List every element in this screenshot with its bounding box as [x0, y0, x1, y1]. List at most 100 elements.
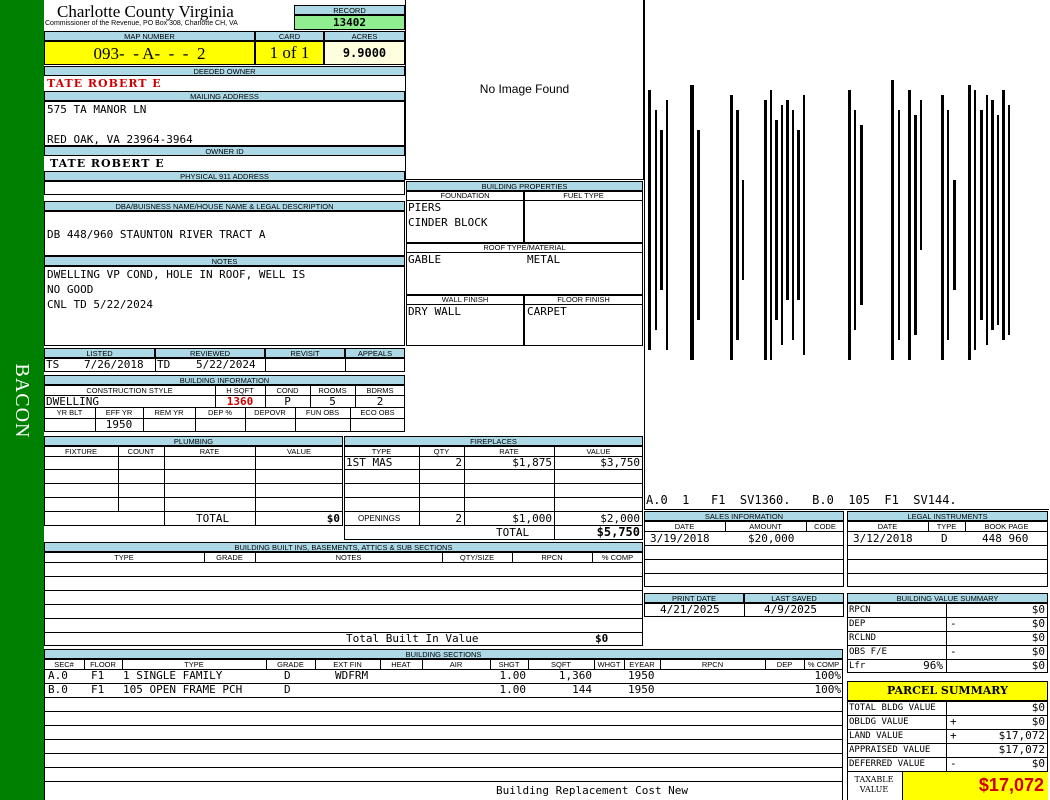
record-value: 13402	[294, 15, 405, 30]
style-value: DWELLING	[46, 395, 99, 408]
li-type-label: TYPE	[936, 522, 957, 531]
col-whgt: WHGT	[597, 660, 621, 669]
bi-rpcn-label: RPCN	[541, 553, 563, 562]
replacement-cost-label: Building Replacement Cost New	[496, 784, 689, 797]
reviewed-date: 5/22/2024	[196, 358, 256, 371]
sec-a-grade: D	[284, 669, 291, 682]
owner-id-label: OWNER ID	[44, 146, 405, 156]
bvs-rpcn-label: RPCN	[849, 605, 871, 615]
sec-b-shgt: 1.00	[499, 683, 527, 696]
openings-label: OPENINGS	[358, 514, 401, 523]
roof-type: GABLE	[408, 253, 442, 266]
acres-value: 9.9000	[324, 41, 405, 65]
ps-obldg-label: OBLDG VALUE	[849, 717, 909, 727]
wall-finish-value: DRY WALL	[408, 305, 461, 318]
sales-amount: $20,000	[748, 532, 795, 545]
mailing-address-label: MAILING ADDRESS	[44, 91, 405, 101]
sec-b-grade: D	[284, 683, 291, 696]
col-dep: DEP	[776, 660, 793, 669]
foundation-1: PIERS	[408, 201, 442, 214]
roof-material: METAL	[527, 253, 561, 266]
fp-total-value: $5,750	[596, 525, 640, 539]
record-label: RECORD	[294, 5, 405, 15]
rooms-label: ROOMS	[318, 386, 347, 395]
sketch-caption: A.0 1 F1 SV1360. B.0 105 F1 SV144.	[646, 493, 957, 507]
floor-finish-value: CARPET	[527, 305, 567, 318]
building-information-label: BUILDING INFORMATION	[44, 375, 405, 385]
bvs-lfr-label: Lfr	[849, 661, 866, 671]
bi-type-label: TYPE	[114, 553, 134, 562]
ps-appraised-value: $17,072	[998, 743, 1045, 756]
last-saved-value: 4/9/2025	[764, 603, 817, 616]
sales-date-label: DATE	[674, 522, 695, 531]
ps-deferred-value: $0	[1031, 757, 1045, 770]
print-date-value: 4/21/2025	[660, 603, 720, 616]
col-grade: GRADE	[277, 660, 304, 669]
sales-date: 3/19/2018	[650, 532, 710, 545]
card-value: 1 of 1	[255, 41, 324, 65]
col-sec: SEC#	[54, 660, 74, 669]
openings-qty: 2	[455, 512, 462, 525]
deeded-owner-label: DEEDED OWNER	[44, 66, 405, 76]
reviewed-label: REVIEWED	[155, 348, 265, 358]
sales-info-label: SALES INFORMATION	[644, 511, 844, 521]
taxable-label-2: VALUE	[859, 785, 889, 794]
bvs-label: BUILDING VALUE SUMMARY	[847, 593, 1048, 603]
plumb-total-value: $0	[326, 512, 340, 525]
plumbing-label: PLUMBING	[44, 436, 343, 446]
fp-qty-label: QTY	[433, 447, 450, 456]
reviewed-by: TD	[157, 358, 171, 371]
bi-total-label: Total Built In Value	[346, 632, 479, 645]
col-extfin: EXT FIN	[333, 660, 362, 669]
fp-total-label: TOTAL	[496, 526, 530, 539]
sec-a-shgt: 1.00	[499, 669, 527, 682]
ps-obldg-value: $0	[1031, 715, 1045, 728]
col-shgt: SHGT	[498, 660, 520, 669]
col-rpcn: RPCN	[701, 660, 724, 669]
col-eyear: EYEAR	[629, 660, 655, 669]
notes-line2: NO GOOD	[47, 283, 94, 296]
notes-line1: DWELLING VP COND, HOLE IN ROOF, WELL IS	[47, 268, 306, 281]
sec-a-eyear: 1950	[628, 669, 655, 682]
ecoobs-label: ECO OBS	[360, 408, 395, 417]
roof-box	[406, 252, 643, 295]
building-properties-label: BUILDING PROPERTIES	[406, 181, 643, 191]
appeals-label: APPEALS	[345, 348, 405, 358]
bi-qty-label: QTY/SIZE	[459, 553, 495, 562]
bdrms-label: BDRMS	[366, 386, 394, 395]
fp-value-label: VALUE	[586, 447, 611, 456]
plumb-rate-label: RATE	[199, 447, 220, 456]
col-floor: FLOOR	[90, 660, 116, 669]
funobs-label: FUN OBS	[305, 408, 340, 417]
fixture-label: FIXTURE	[64, 447, 98, 456]
sec-b-sqft: 144	[572, 683, 592, 696]
owner-id-value: TATE ROBERT E	[50, 157, 165, 170]
foundation-2: CINDER BLOCK	[408, 216, 488, 229]
bvs-rclnd-value: $0	[1031, 631, 1045, 644]
effyr-label: EFF YR	[105, 408, 133, 417]
sec-a-sqft: 1,360	[558, 669, 592, 682]
parcel-summary-label: PARCEL SUMMARY	[847, 681, 1048, 701]
legal-instruments-label: LEGAL INSTRUMENTS	[847, 511, 1048, 521]
bi-notes-label: NOTES	[335, 553, 362, 562]
depovr-label: DEPOVR	[254, 408, 286, 417]
physical-address-box	[44, 181, 405, 195]
sidebar-label: BACON	[11, 363, 33, 439]
sketch-image	[648, 80, 1010, 360]
listed-label: LISTED	[44, 348, 155, 358]
cond-value: P	[284, 395, 291, 408]
bvs-dep-value: $0	[1031, 617, 1045, 630]
county-title: Charlotte County Virginia	[57, 2, 234, 21]
revisit-label: REVISIT	[265, 348, 345, 358]
bi-grade-label: GRADE	[216, 553, 243, 562]
sec-b-sec: B.0	[48, 683, 68, 696]
col-sqft: SQFT	[551, 660, 571, 669]
remyr-label: REM YR	[154, 408, 184, 417]
no-image-text: No Image Found	[479, 82, 570, 96]
sales-code-label: CODE	[814, 522, 836, 531]
hsqft-label: H SQFT	[226, 386, 254, 395]
sec-a-type: 1 SINGLE FAMILY	[123, 669, 223, 682]
sec-b-type: 105 OPEN FRAME PCH	[123, 683, 243, 696]
deeded-owner-value: TATE ROBERT E	[47, 77, 162, 90]
cond-label: COND	[276, 386, 299, 395]
